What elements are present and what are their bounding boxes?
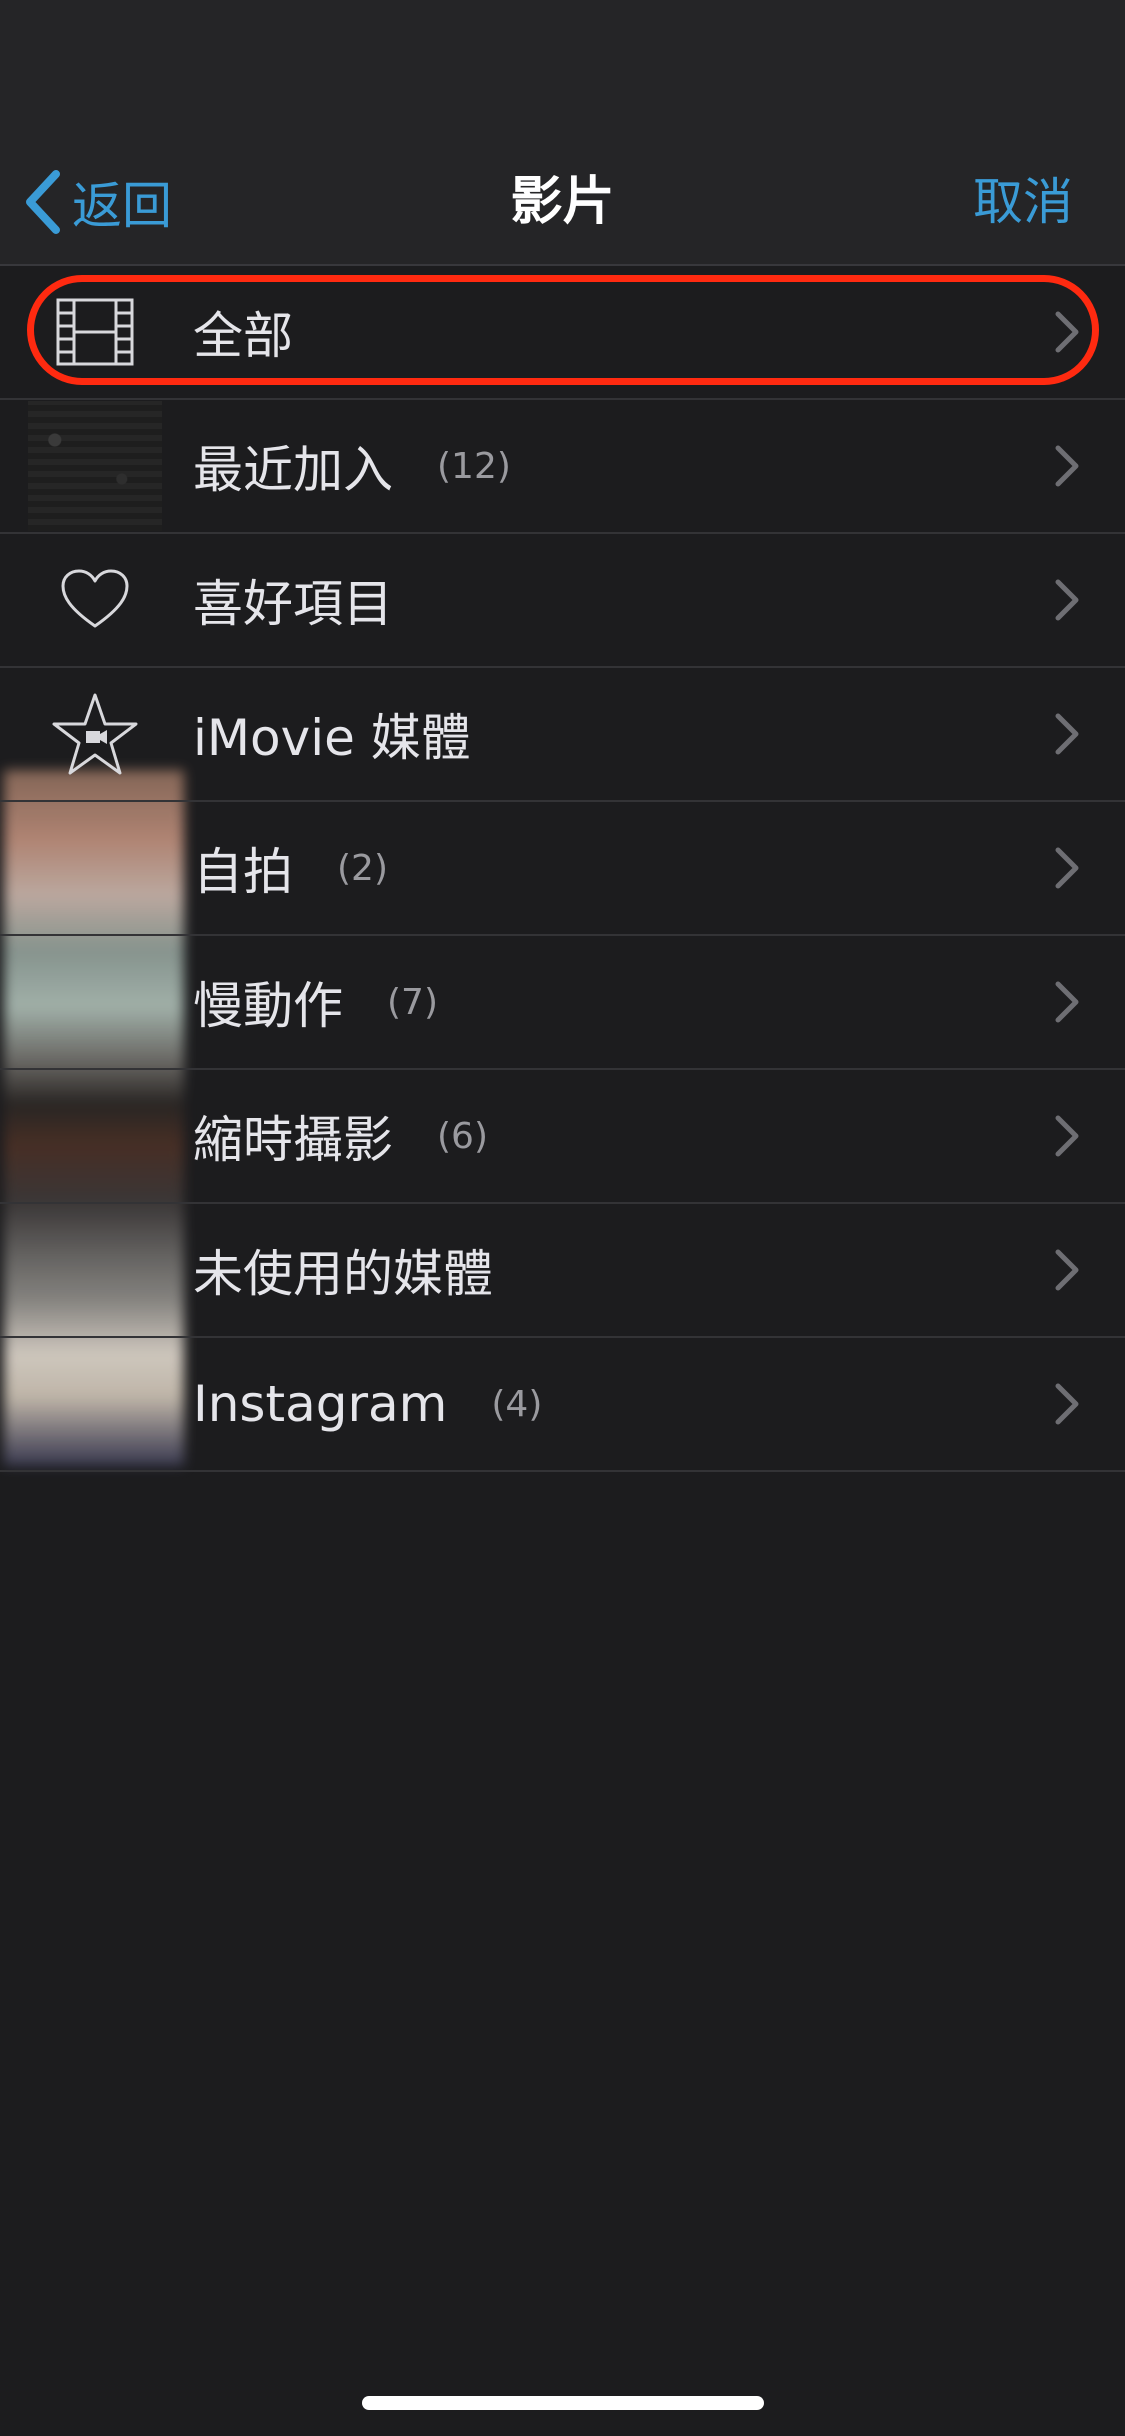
album-count: (12) bbox=[437, 445, 511, 487]
album-label: 縮時攝影 bbox=[193, 1111, 393, 1169]
album-count: (7) bbox=[387, 981, 438, 1023]
cancel-button[interactable]: 取消 bbox=[973, 166, 1073, 238]
album-row-slo-mo[interactable]: 慢動作 (7) bbox=[0, 936, 1125, 1070]
chevron-right-icon bbox=[1055, 1249, 1079, 1291]
album-row-imovie-media[interactable]: iMovie 媒體 bbox=[0, 668, 1125, 802]
album-label: 慢動作 bbox=[193, 977, 343, 1035]
album-row-instagram[interactable]: Instagram (4) bbox=[0, 1338, 1125, 1472]
chevron-right-icon bbox=[1055, 1383, 1079, 1425]
chevron-right-icon bbox=[1055, 579, 1079, 621]
album-count: (2) bbox=[337, 847, 388, 889]
album-label: 全部 bbox=[193, 307, 293, 365]
album-label: Instagram bbox=[193, 1375, 448, 1433]
film-icon bbox=[28, 280, 162, 384]
album-label: 最近加入 bbox=[193, 441, 393, 499]
home-indicator[interactable] bbox=[362, 2396, 764, 2410]
album-count: (4) bbox=[491, 1383, 543, 1425]
chevron-right-icon bbox=[1055, 445, 1079, 487]
imovie-star-icon bbox=[28, 682, 162, 786]
chevron-right-icon bbox=[1055, 311, 1079, 353]
album-row-unused-media[interactable]: 未使用的媒體 bbox=[0, 1204, 1125, 1338]
status-bar bbox=[0, 0, 1125, 140]
album-row-favorites[interactable]: 喜好項目 bbox=[0, 534, 1125, 668]
chevron-right-icon bbox=[1055, 981, 1079, 1023]
album-list: 全部 最近加入 (12) 喜好項目 iMovie 媒體 自拍 (2) 慢動作 (… bbox=[0, 266, 1125, 1472]
album-row-time-lapse[interactable]: 縮時攝影 (6) bbox=[0, 1070, 1125, 1204]
chevron-right-icon bbox=[1055, 847, 1079, 889]
album-row-selfies[interactable]: 自拍 (2) bbox=[0, 802, 1125, 936]
chevron-right-icon bbox=[1055, 713, 1079, 755]
album-row-recently-added[interactable]: 最近加入 (12) bbox=[0, 400, 1125, 534]
album-row-all[interactable]: 全部 bbox=[0, 266, 1125, 400]
album-label: iMovie 媒體 bbox=[193, 709, 471, 767]
heart-icon bbox=[28, 548, 162, 652]
album-count: (6) bbox=[437, 1115, 488, 1157]
album-label: 喜好項目 bbox=[193, 575, 393, 633]
navigation-bar: 返回 影片 取消 bbox=[0, 140, 1125, 266]
album-label: 未使用的媒體 bbox=[193, 1245, 493, 1303]
album-thumbnail bbox=[28, 401, 162, 531]
album-label: 自拍 bbox=[193, 843, 293, 901]
page-title: 影片 bbox=[510, 172, 615, 232]
chevron-right-icon bbox=[1055, 1115, 1079, 1157]
